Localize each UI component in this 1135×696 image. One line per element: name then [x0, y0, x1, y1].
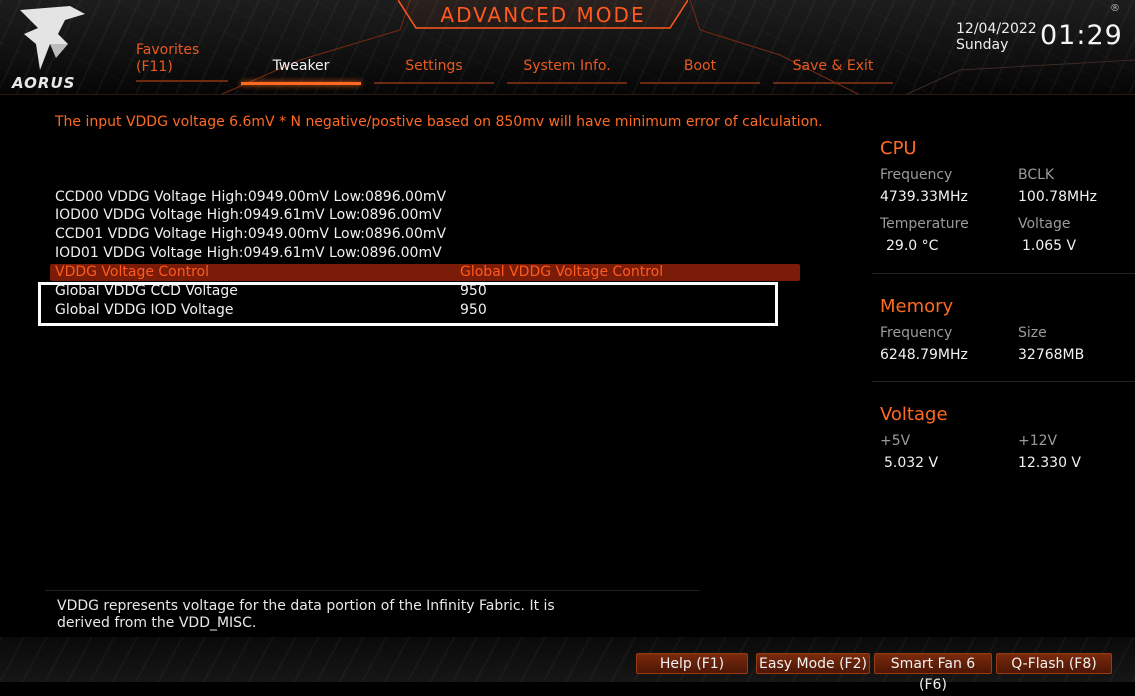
info-message: The input VDDG voltage 6.6mV * N negativ… [55, 114, 823, 130]
date-display: 12/04/2022 Sunday [956, 21, 1037, 53]
favorites-underline [136, 80, 228, 82]
tab-boot[interactable]: Boot [640, 58, 760, 84]
help-line: VDDG represents voltage for the data por… [57, 598, 555, 614]
day-text: Sunday [956, 37, 1009, 53]
tab-favorites[interactable]: Favorites (F11) [136, 42, 228, 82]
tab-system-info[interactable]: System Info. [507, 58, 627, 84]
tab-underline [241, 82, 361, 85]
setting-value[interactable]: Global VDDG Voltage Control [460, 263, 663, 281]
cpu-temperature-label: Temperature [880, 216, 969, 232]
reading-text: IOD00 VDDG Voltage High:0949.61mV Low:08… [55, 207, 442, 223]
tab-system-info-label: System Info. [523, 58, 611, 74]
voltage-12v-label: +12V [1018, 433, 1058, 449]
voltage-5v-label: +5V [880, 433, 911, 449]
reading-text: CCD01 VDDG Voltage High:0949.00mV Low:08… [55, 226, 447, 242]
smart-fan-button[interactable]: Smart Fan 6 (F6) [874, 653, 992, 693]
memory-title: Memory [880, 296, 954, 317]
q-flash-button[interactable]: Q-Flash (F8) [996, 653, 1112, 674]
mode-title: ADVANCED MODE [440, 3, 646, 27]
voltage-title: Voltage [880, 404, 948, 425]
cpu-bclk-label: BCLK [1018, 167, 1055, 183]
easy-mode-button[interactable]: Easy Mode (F2) [756, 653, 870, 674]
cpu-bclk-value: 100.78MHz [1018, 189, 1097, 205]
voltage-12v-value: 12.330 V [1018, 455, 1082, 471]
eagle-logo-icon [20, 6, 85, 70]
tab-boot-label: Boot [683, 58, 717, 74]
memory-frequency-label: Frequency [880, 325, 953, 341]
cpu-voltage-label: Voltage [1018, 216, 1071, 232]
help-description: VDDG represents voltage for the data por… [57, 598, 577, 632]
aorus-logo: AORUS [10, 4, 90, 92]
voltage-5v-value: 5.032 V [884, 455, 939, 471]
date-text: 12/04/2022 [956, 21, 1037, 37]
annotation-highlight-box [38, 282, 778, 326]
registered-mark: ® [1110, 3, 1120, 14]
tab-underline [507, 82, 627, 84]
tab-underline [640, 82, 760, 84]
tab-settings-label: Settings [405, 58, 463, 74]
side-divider [872, 273, 1135, 274]
cpu-frequency-label: Frequency [880, 167, 953, 183]
reading-text: CCD00 VDDG Voltage High:0949.00mV Low:08… [55, 189, 447, 205]
reading-text: IOD01 VDDG Voltage High:0949.61mV Low:08… [55, 245, 442, 261]
tab-tweaker-label: Tweaker [272, 58, 330, 74]
help-button[interactable]: Help (F1) [636, 653, 748, 674]
tab-settings[interactable]: Settings [374, 58, 494, 84]
tab-underline [773, 82, 893, 84]
help-line: derived from the VDD_MISC. [57, 615, 257, 631]
cpu-voltage-value: 1.065 V [1022, 238, 1077, 254]
clock: 01:29 [1040, 20, 1123, 51]
memory-size-label: Size [1018, 325, 1047, 341]
aorus-logo-text: AORUS [12, 74, 76, 92]
cpu-frequency-value: 4739.33MHz [880, 189, 968, 205]
help-divider [45, 590, 700, 591]
tab-underline [374, 82, 494, 84]
cpu-title: CPU [880, 138, 917, 159]
memory-frequency-value: 6248.79MHz [880, 347, 968, 363]
side-divider [872, 381, 1135, 382]
setting-label: VDDG Voltage Control [55, 264, 210, 280]
tab-save-exit-label: Save & Exit [792, 58, 874, 74]
memory-size-value: 32768MB [1018, 347, 1085, 363]
header-divider [0, 94, 1135, 95]
tab-save-exit[interactable]: Save & Exit [773, 58, 893, 84]
tab-tweaker[interactable]: Tweaker [241, 58, 361, 85]
favorites-key: (F11) [136, 59, 173, 75]
cpu-temperature-value: 29.0 °C [886, 238, 939, 254]
favorites-label: Favorites [136, 42, 200, 58]
